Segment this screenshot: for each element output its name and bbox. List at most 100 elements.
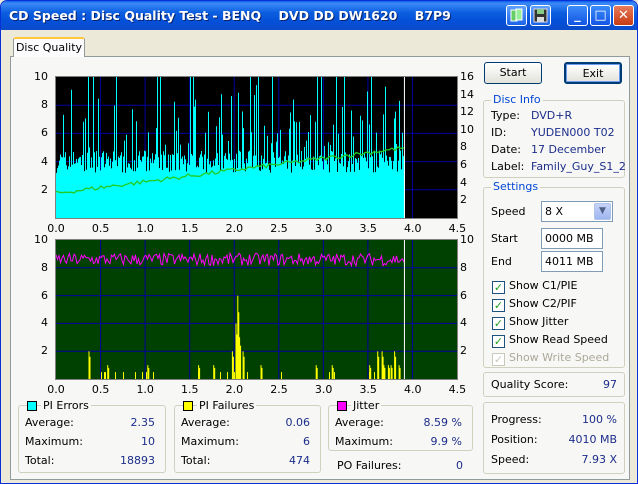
top-y-right-label-1: 14 <box>460 87 474 101</box>
pi-failures-average-value: 0.06 <box>285 416 311 429</box>
disc-id-label: ID: <box>491 126 507 139</box>
po-failures-label: PO Failures: <box>337 459 402 472</box>
jitter-title: Jitter <box>351 399 382 412</box>
pi-errors-title: PI Errors <box>41 399 91 412</box>
top-y-left-label-3: 4 <box>41 154 48 168</box>
bottom-y-right-label-4: 2 <box>460 344 467 358</box>
window-title: CD Speed : Disc Quality Test - BENQ DVD … <box>9 8 451 23</box>
pie-graph <box>55 76 458 219</box>
top-x-label-7: 3.5 <box>359 222 377 235</box>
checkbox-label-4: Show Write Speed <box>509 351 610 364</box>
top-y-left-label-4: 2 <box>41 182 48 196</box>
pi-failures-group: PI Failures Average: 0.06 Maximum: 6 Tot… <box>174 399 321 473</box>
top-x-label-8: 4.0 <box>404 222 422 235</box>
top-y-left-label-0: 10 <box>34 70 48 83</box>
pif-graph <box>55 239 458 380</box>
top-x-label-1: 0.5 <box>91 222 110 235</box>
pi-failures-total-label: Total: <box>181 454 211 467</box>
pi-errors-maximum-value: 10 <box>141 435 155 448</box>
bottom-x-label-2: 1.0 <box>136 383 154 396</box>
speed-readout-value: 7.93 X <box>581 453 617 466</box>
checkbox-label-3[interactable]: Show Read Speed <box>509 333 608 346</box>
checkbox-3[interactable]: ✓ <box>492 335 505 348</box>
pi-failures-swatch <box>183 401 193 411</box>
start-label: Start <box>491 232 518 245</box>
pi-failures-maximum-label: Maximum: <box>181 435 239 448</box>
checkbox-label-1[interactable]: Show C2/PIF <box>509 297 577 310</box>
speed-select[interactable]: 8 X ▼ <box>541 201 613 222</box>
pi-errors-swatch <box>27 401 37 411</box>
end-input[interactable] <box>541 251 603 272</box>
bottom-x-label-3: 1.5 <box>181 383 199 396</box>
top-x-label-3: 1.5 <box>181 222 199 235</box>
bottom-x-label-0: 0.0 <box>47 383 65 396</box>
top-y-left-label-2: 6 <box>41 126 48 140</box>
jitter-line <box>55 251 405 268</box>
checkbox-1[interactable]: ✓ <box>492 299 505 312</box>
top-x-label-5: 2.5 <box>270 222 288 235</box>
top-x-label-6: 3.0 <box>314 222 333 235</box>
top-y-right-label-6: 4 <box>460 175 467 189</box>
disc-quality-panel: Start Exit Disc Info Type: DVD+R ID: YUD… <box>10 56 630 480</box>
checkbox-label-0[interactable]: Show C1/PIE <box>509 279 577 292</box>
progress-group: Progress: 100 % Position: 4010 MB Speed:… <box>483 402 625 474</box>
pi-failures-maximum-value: 6 <box>303 435 310 448</box>
disc-date-value: 17 December <box>531 143 606 156</box>
top-y-right-label-3: 10 <box>460 122 474 136</box>
top-y-right-label-4: 8 <box>460 140 467 154</box>
disc-label-value: Family_Guy_S1_2 <box>531 160 626 173</box>
bottom-y-right-label-3: 4 <box>460 316 467 330</box>
bottom-y-left-label-1: 8 <box>41 260 48 274</box>
bottom-x-label-1: 0.5 <box>91 383 110 396</box>
pi-errors-total-value: 18893 <box>120 454 155 467</box>
position-label: Position: <box>491 433 538 446</box>
checkbox-label-2[interactable]: Show Jitter <box>509 315 568 328</box>
quality-score-group: Quality Score: 97 <box>483 372 625 397</box>
chevron-down-icon[interactable]: ▼ <box>594 203 611 220</box>
bottom-x-label-4: 2.0 <box>225 383 244 396</box>
settings-title: Settings <box>491 180 541 193</box>
tab-disc-quality[interactable]: Disc Quality <box>13 37 85 57</box>
start-input[interactable] <box>541 228 603 249</box>
checkbox-4: ✓ <box>492 353 505 366</box>
pi-failures-total-value: 474 <box>289 454 310 467</box>
disc-type-value: DVD+R <box>531 109 573 122</box>
top-y-right-label-0: 16 <box>460 70 474 83</box>
bottom-x-label-8: 4.0 <box>404 383 422 396</box>
bottom-x-label-9: 4.5 <box>448 383 467 396</box>
app-window: CD Speed : Disc Quality Test - BENQ DVD … <box>0 0 638 484</box>
bottom-y-right-label-2: 6 <box>460 288 467 302</box>
top-y-right-label-2: 12 <box>460 105 474 119</box>
exit-button[interactable]: Exit <box>564 62 622 84</box>
speed-label: Speed <box>491 205 526 218</box>
pi-errors-total-label: Total: <box>25 454 55 467</box>
quality-score-value: 97 <box>603 378 617 391</box>
bottom-y-left-label-3: 4 <box>41 316 48 330</box>
start-button[interactable]: Start <box>484 62 542 84</box>
bottom-x-label-7: 3.5 <box>359 383 377 396</box>
save-icon[interactable] <box>530 5 551 26</box>
pi-errors-group: PI Errors Average: 2.35 Maximum: 10 Tota… <box>18 399 166 473</box>
bottom-y-right-label-1: 8 <box>460 260 467 274</box>
title-bar[interactable]: CD Speed : Disc Quality Test - BENQ DVD … <box>1 1 637 30</box>
jitter-average-value: 8.59 % <box>423 416 462 429</box>
minimize-icon[interactable]: _ <box>567 5 588 26</box>
maximize-icon[interactable]: □ <box>590 5 611 26</box>
top-y-left-label-1: 8 <box>41 98 48 112</box>
jitter-maximum-value: 9.9 % <box>430 435 462 448</box>
close-icon[interactable]: ✕ <box>613 5 634 26</box>
pi-errors-average-value: 2.35 <box>130 416 156 429</box>
quality-score-label: Quality Score: <box>491 378 569 391</box>
jitter-swatch <box>337 401 347 411</box>
position-value: 4010 MB <box>568 433 617 446</box>
settings-group: Settings Speed 8 X ▼ Start End ✓ Show C1/… <box>483 180 625 368</box>
progress-value: 100 % <box>582 413 617 426</box>
checkbox-2[interactable]: ✓ <box>492 317 505 330</box>
disc-id-value: YUDEN000 T02 <box>531 126 615 139</box>
pi-failures-average-label: Average: <box>181 416 230 429</box>
app-icon[interactable] <box>506 5 527 26</box>
top-x-label-4: 2.0 <box>225 222 244 235</box>
pif-graph-plot <box>55 240 457 379</box>
checkbox-0[interactable]: ✓ <box>492 281 505 294</box>
disc-label-label: Label: <box>491 160 525 173</box>
